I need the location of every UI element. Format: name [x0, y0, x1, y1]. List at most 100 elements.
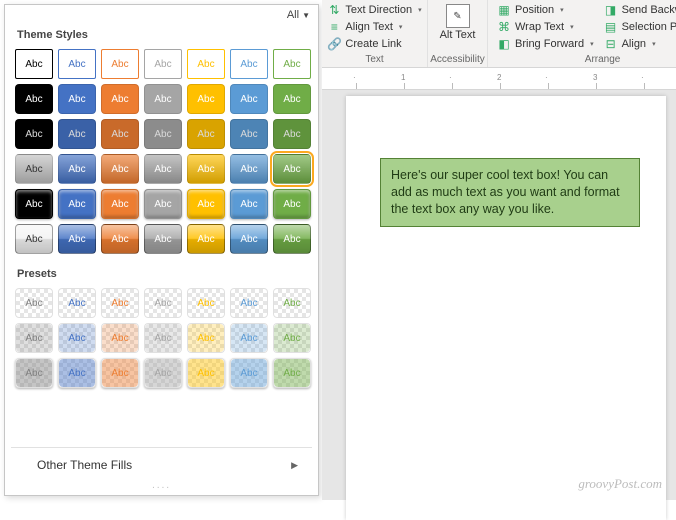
theme-style-swatch[interactable]: Abc	[187, 84, 225, 114]
theme-style-swatch[interactable]: Abc	[15, 189, 53, 219]
resize-grip[interactable]: ∙∙∙∙	[5, 482, 318, 495]
other-theme-fills[interactable]: Other Theme Fills ▶	[5, 450, 318, 482]
preset-swatch[interactable]: Abc	[230, 358, 268, 388]
preset-swatch[interactable]: Abc	[58, 358, 96, 388]
theme-style-swatch[interactable]: Abc	[187, 119, 225, 149]
theme-style-swatch[interactable]: Abc	[230, 119, 268, 149]
preset-swatch[interactable]: Abc	[230, 288, 268, 318]
theme-style-swatch[interactable]: Abc	[144, 154, 182, 184]
preset-swatch[interactable]: Abc	[58, 288, 96, 318]
align-button[interactable]: ⊟Align▾	[601, 36, 676, 52]
document-page[interactable]: Here's our super cool text box! You can …	[346, 96, 666, 520]
preset-swatch[interactable]: Abc	[101, 288, 139, 318]
theme-style-swatch[interactable]: Abc	[144, 189, 182, 219]
preset-swatch[interactable]: Abc	[144, 288, 182, 318]
presets-grid: AbcAbcAbcAbcAbcAbcAbcAbcAbcAbcAbcAbcAbcA…	[13, 286, 310, 396]
theme-style-swatch[interactable]: Abc	[273, 84, 311, 114]
preset-swatch[interactable]: Abc	[273, 288, 311, 318]
theme-style-swatch[interactable]: Abc	[187, 189, 225, 219]
theme-style-swatch[interactable]: Abc	[187, 154, 225, 184]
theme-style-swatch[interactable]: Abc	[187, 224, 225, 254]
preset-swatch[interactable]: Abc	[273, 323, 311, 353]
preset-swatch[interactable]: Abc	[101, 323, 139, 353]
theme-style-swatch[interactable]: Abc	[273, 189, 311, 219]
selection-pane-icon: ▤	[604, 20, 618, 34]
preset-swatch[interactable]: Abc	[58, 323, 96, 353]
create-link-button[interactable]: 🔗 Create Link	[324, 36, 424, 52]
theme-style-swatch[interactable]: Abc	[230, 84, 268, 114]
theme-style-swatch[interactable]: Abc	[273, 49, 311, 79]
preset-swatch[interactable]: Abc	[144, 323, 182, 353]
theme-style-swatch[interactable]: Abc	[15, 119, 53, 149]
preset-swatch[interactable]: Abc	[187, 358, 225, 388]
wrap-text-icon: ⌘	[497, 20, 511, 34]
theme-style-swatch[interactable]: Abc	[101, 49, 139, 79]
preset-swatch[interactable]: Abc	[15, 358, 53, 388]
theme-style-swatch[interactable]: Abc	[230, 154, 268, 184]
theme-style-swatch[interactable]: Abc	[230, 189, 268, 219]
theme-style-swatch[interactable]: Abc	[15, 154, 53, 184]
position-button[interactable]: ▦Position▾	[494, 2, 597, 18]
theme-style-swatch[interactable]: Abc	[15, 49, 53, 79]
wrap-text-button[interactable]: ⌘Wrap Text▾	[494, 19, 597, 35]
create-link-label: Create Link	[345, 38, 401, 50]
preset-swatch[interactable]: Abc	[15, 323, 53, 353]
preset-swatch[interactable]: Abc	[273, 358, 311, 388]
preset-swatch[interactable]: Abc	[230, 323, 268, 353]
send-backward-icon: ◨	[604, 3, 618, 17]
theme-style-swatch[interactable]: Abc	[101, 119, 139, 149]
theme-style-swatch[interactable]: Abc	[101, 189, 139, 219]
theme-style-swatch[interactable]: Abc	[273, 154, 311, 184]
chevron-right-icon: ▶	[291, 460, 298, 471]
theme-style-swatch[interactable]: Abc	[144, 84, 182, 114]
preset-swatch[interactable]: Abc	[187, 323, 225, 353]
text-direction-button[interactable]: ⇅Text Direction▾	[324, 2, 424, 18]
alt-text-icon: ✎	[446, 4, 470, 28]
theme-style-swatch[interactable]: Abc	[230, 224, 268, 254]
align-text-button[interactable]: ≡Align Text▾	[324, 19, 424, 35]
ribbon: ⇅Text Direction▾ ≡Align Text▾ 🔗 Create Li…	[322, 0, 676, 68]
theme-style-swatch[interactable]: Abc	[101, 154, 139, 184]
theme-style-swatch[interactable]: Abc	[15, 224, 53, 254]
ribbon-group-arrange-label: Arrange	[585, 54, 621, 67]
theme-style-swatch[interactable]: Abc	[101, 224, 139, 254]
presets-heading: Presets	[13, 262, 310, 286]
send-backward-button[interactable]: ◨Send Backward▾	[601, 2, 676, 18]
preset-swatch[interactable]: Abc	[15, 288, 53, 318]
text-box-content: Here's our super cool text box! You can …	[391, 168, 620, 216]
bring-forward-button[interactable]: ◧Bring Forward▾	[494, 36, 597, 52]
theme-style-swatch[interactable]: Abc	[230, 49, 268, 79]
preset-swatch[interactable]: Abc	[144, 358, 182, 388]
alt-text-button[interactable]: ✎ Alt Text	[436, 2, 480, 44]
theme-style-swatch[interactable]: Abc	[58, 189, 96, 219]
preset-swatch[interactable]: Abc	[101, 358, 139, 388]
theme-style-swatch[interactable]: Abc	[144, 224, 182, 254]
theme-style-swatch[interactable]: Abc	[58, 49, 96, 79]
preset-swatch[interactable]: Abc	[187, 288, 225, 318]
theme-style-swatch[interactable]: Abc	[273, 224, 311, 254]
theme-style-swatch[interactable]: Abc	[58, 84, 96, 114]
theme-style-swatch[interactable]: Abc	[144, 119, 182, 149]
theme-style-swatch[interactable]: Abc	[273, 119, 311, 149]
styles-filter-all[interactable]: All ▼	[287, 9, 310, 21]
theme-style-swatch[interactable]: Abc	[101, 84, 139, 114]
chevron-down-icon: ▾	[590, 40, 594, 48]
styles-filter-label: All	[287, 9, 299, 21]
theme-style-swatch[interactable]: Abc	[58, 119, 96, 149]
wrap-text-label: Wrap Text	[515, 21, 564, 33]
text-box[interactable]: Here's our super cool text box! You can …	[380, 158, 640, 227]
theme-style-swatch[interactable]: Abc	[144, 49, 182, 79]
shape-styles-panel: All ▼ Theme Styles AbcAbcAbcAbcAbcAbcAbc…	[4, 4, 319, 496]
theme-style-swatch[interactable]: Abc	[15, 84, 53, 114]
ribbon-group-text-label: Text	[365, 54, 383, 67]
chevron-down-icon: ▾	[560, 6, 564, 14]
selection-pane-button[interactable]: ▤ Selection Pane	[601, 19, 676, 35]
link-icon: 🔗	[327, 37, 341, 51]
theme-style-swatch[interactable]: Abc	[187, 49, 225, 79]
ribbon-group-accessibility-label: Accessibility	[430, 54, 484, 67]
theme-style-swatch[interactable]: Abc	[58, 154, 96, 184]
theme-style-swatch[interactable]: Abc	[58, 224, 96, 254]
selection-pane-label: Selection Pane	[622, 21, 676, 33]
theme-styles-heading: Theme Styles	[13, 23, 310, 47]
text-direction-label: Text Direction	[345, 4, 412, 16]
